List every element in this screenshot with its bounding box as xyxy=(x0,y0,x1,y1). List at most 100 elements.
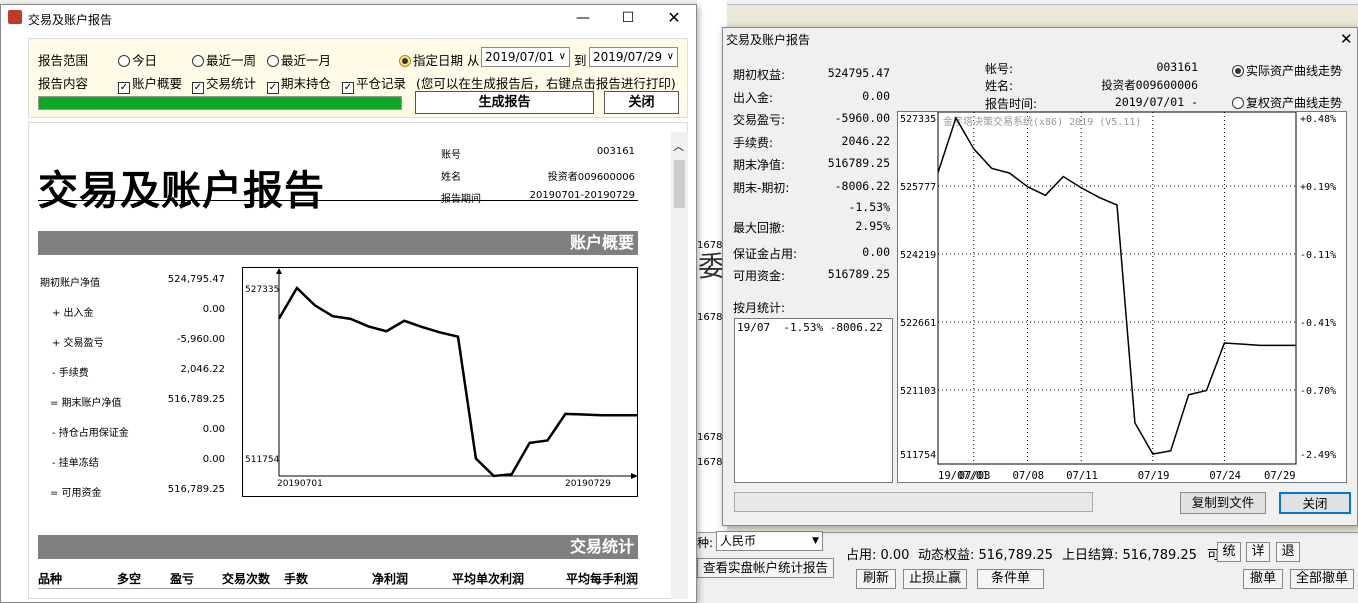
y2-tick-label: +0.48% xyxy=(1300,114,1336,125)
checkbox-checked-icon: ✓ xyxy=(192,82,204,94)
checkbox-label: 交易统计 xyxy=(206,76,257,91)
scope-radio-today[interactable]: 今日 xyxy=(118,50,157,69)
table-header-cell: 手数 xyxy=(284,572,309,586)
checkbox-checked-icon: ✓ xyxy=(118,82,130,94)
period-value: 20190701-20190729 xyxy=(529,190,635,201)
table-header-cell: 平均单次利润 xyxy=(452,572,525,586)
side-button-exit[interactable]: 退 xyxy=(1276,542,1300,562)
dialog-stat-label: 期初权益: xyxy=(733,68,786,82)
dialog-account-value: 003161 xyxy=(1156,60,1198,74)
dialog-stat-value: 2.95% xyxy=(855,219,890,233)
content-check-positions[interactable]: ✓ 期末持仓 xyxy=(267,73,331,94)
radio-label: 最近一周 xyxy=(206,53,257,68)
radio-icon xyxy=(267,55,279,67)
x-tick-label: 07/11 xyxy=(1066,470,1098,482)
x-tick-label: 07/24 xyxy=(1209,470,1241,482)
dialog-time-label: 报告时间: xyxy=(985,97,1038,111)
dialog-name-value: 投资者009600006 xyxy=(1101,78,1198,92)
from-date-picker[interactable]: 2019/07/01 ∨ xyxy=(481,47,570,67)
y-tick-label: 524219 xyxy=(900,250,936,261)
dialog-close-button[interactable]: 关闭 xyxy=(1279,492,1351,514)
refresh-button[interactable]: 刷新 xyxy=(856,569,896,589)
equity-chart-left-svg: 527335 511754 20190701 20190729 xyxy=(245,268,638,489)
chevron-up-icon[interactable]: ︿ xyxy=(673,138,684,154)
dialog-stat-label: 最大回撤: xyxy=(733,221,786,235)
radio-actual-curve[interactable]: 实际资产曲线走势 xyxy=(1232,62,1342,79)
table-header-cell: 净利润 xyxy=(372,572,409,586)
currency-value: 人民币 xyxy=(720,534,757,548)
side-button-detail[interactable]: 详 xyxy=(1246,542,1270,562)
dialog-stat-value: 516789.25 xyxy=(827,267,890,281)
stop-loss-button[interactable]: 止损止赢 xyxy=(903,569,967,589)
dialog-stat-label: 保证金占用: xyxy=(733,247,798,261)
radio-label: 复权资产曲线走势 xyxy=(1246,96,1343,110)
to-label: 到 xyxy=(574,53,587,68)
scope-radio-week[interactable]: 最近一周 xyxy=(192,50,256,69)
scope-label: 报告范围 xyxy=(38,53,89,68)
checkbox-label: 期末持仓 xyxy=(281,76,332,91)
progress-bar xyxy=(38,96,402,110)
y2-tick-label: -0.11% xyxy=(1300,250,1336,261)
table-header-cell: 盈亏 xyxy=(170,572,195,586)
x-axis-arrow xyxy=(631,473,638,479)
maximize-icon[interactable]: ☐ xyxy=(613,4,643,32)
cancel-all-button[interactable]: 全部撤单 xyxy=(1290,569,1354,589)
scope-radio-month[interactable]: 最近一月 xyxy=(267,50,331,69)
scroll-thumb[interactable] xyxy=(674,160,685,208)
chevron-down-icon: ▼ xyxy=(812,536,819,546)
y2-tick-label: -2.49% xyxy=(1300,450,1336,461)
close-button[interactable]: 关闭 xyxy=(604,91,679,114)
section-header-summary: 账户概要 xyxy=(38,231,638,255)
generate-report-button[interactable]: 生成报告 xyxy=(415,91,594,114)
side-button-stats[interactable]: 统 xyxy=(1217,542,1241,562)
y2-tick-label: -0.41% xyxy=(1300,318,1336,329)
x-tick-label: 20190729 xyxy=(565,479,611,489)
y-tick-label: 525777 xyxy=(900,182,936,193)
account-value: 003161 xyxy=(596,146,635,157)
radio-compound-curve[interactable]: 复权资产曲线走势 xyxy=(1232,94,1342,111)
copy-to-file-button[interactable]: 复制到文件 xyxy=(1180,492,1266,514)
currency-select[interactable]: 人民币 ▼ xyxy=(716,531,823,551)
equity-chart-right-svg: 527335 +0.48% 525777 +0.19% 524219 -0.11% 5226… xyxy=(900,111,1336,482)
summary-label: - 挂单冻结 xyxy=(52,458,99,469)
to-date-value: 2019/07/29 xyxy=(593,50,663,64)
close-icon[interactable]: ✕ xyxy=(659,4,689,32)
window-title: 交易及账户报告 xyxy=(28,13,113,27)
progress-fill xyxy=(39,97,401,109)
x-tick-label: 07/19 xyxy=(1138,470,1170,482)
dialog-stat-label: 手续费: xyxy=(733,136,774,150)
radio-selected-icon xyxy=(1232,65,1244,77)
equity-chart-left: 527335 511754 20190701 20190729 xyxy=(242,267,638,497)
minimize-icon[interactable]: — xyxy=(568,4,598,32)
content-check-closes[interactable]: ✓ 平仓记录 xyxy=(342,73,406,94)
summary-label: + 出入金 xyxy=(52,308,94,319)
checkbox-checked-icon: ✓ xyxy=(267,82,279,94)
radio-label: 今日 xyxy=(132,53,158,68)
table-header-divider xyxy=(38,588,638,589)
to-date-picker[interactable]: 2019/07/29 ∨ xyxy=(589,47,678,67)
print-hint: (您可以在生成报告后，右键点击报告进行打印) xyxy=(416,76,676,91)
currency-label: 种: xyxy=(697,536,714,550)
scope-radio-custom[interactable]: 指定日期 xyxy=(399,50,463,69)
table-header-cell: 多空 xyxy=(117,572,142,586)
y-tick-label: 521103 xyxy=(900,386,936,397)
monthly-list[interactable] xyxy=(734,318,893,483)
summary-label: 期初账户净值 xyxy=(40,278,100,289)
dialog-stat-label: 出入金: xyxy=(733,91,774,105)
name-label: 姓名 xyxy=(441,172,461,183)
conditional-order-button[interactable]: 条件单 xyxy=(977,569,1044,589)
dialog-progress-bar xyxy=(734,492,1093,512)
content-check-trades[interactable]: ✓ 交易统计 xyxy=(192,73,256,94)
monthly-entry[interactable]: 19/07 -1.53% -8006.22 xyxy=(737,321,883,334)
radio-label: 指定日期 xyxy=(413,53,464,68)
name-value: 投资者009600006 xyxy=(547,172,635,183)
content-check-summary[interactable]: ✓ 账户概要 xyxy=(118,73,182,94)
summary-value: 0.00 xyxy=(202,454,225,465)
dialog-close-icon[interactable]: ✕ xyxy=(1340,30,1353,48)
view-stats-button[interactable]: 查看实盘帐户统计报告 xyxy=(697,558,834,578)
y-axis-arrow xyxy=(276,268,282,274)
cancel-order-button[interactable]: 撤单 xyxy=(1243,569,1283,589)
x-tick-label: 07/03 xyxy=(959,470,991,482)
dialog-stat-value: 516789.25 xyxy=(827,156,890,170)
dialog-stat-value: 2046.22 xyxy=(841,134,890,148)
